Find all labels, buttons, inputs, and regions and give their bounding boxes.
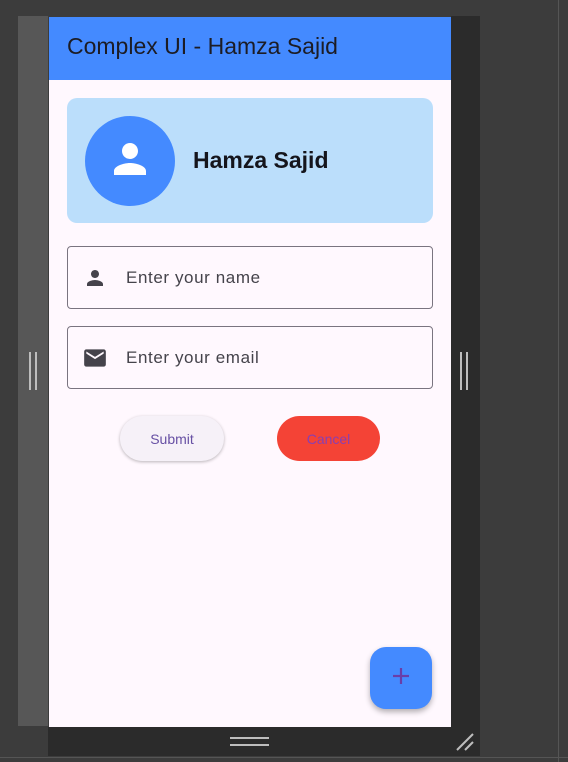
cancel-button[interactable]: Cancel: [277, 416, 380, 461]
email-field[interactable]: [67, 326, 433, 389]
person-icon: [82, 265, 108, 291]
app-bar-title: Complex UI - Hamza Sajid: [67, 33, 338, 59]
window-bottom-divider: [0, 757, 568, 758]
email-input[interactable]: [126, 327, 416, 388]
name-field[interactable]: [67, 246, 433, 309]
resize-corner-icon[interactable]: [455, 732, 475, 752]
right-resize-handle[interactable]: [460, 352, 468, 390]
window-divider: [558, 0, 559, 762]
bottom-resize-handle[interactable]: [230, 737, 269, 746]
app-screen: Complex UI - Hamza Sajid Hamza Sajid Sub: [49, 17, 451, 727]
profile-name: Hamza Sajid: [193, 147, 329, 173]
app-bar: Complex UI - Hamza Sajid: [49, 17, 451, 80]
avatar: [85, 116, 175, 206]
name-input[interactable]: [126, 247, 416, 308]
add-icon: [390, 665, 412, 692]
left-resize-handle[interactable]: [29, 352, 37, 390]
profile-card: Hamza Sajid: [67, 98, 433, 223]
person-icon: [106, 135, 154, 188]
email-icon: [82, 345, 108, 371]
add-fab-button[interactable]: [370, 647, 432, 709]
submit-button[interactable]: Submit: [120, 416, 224, 461]
